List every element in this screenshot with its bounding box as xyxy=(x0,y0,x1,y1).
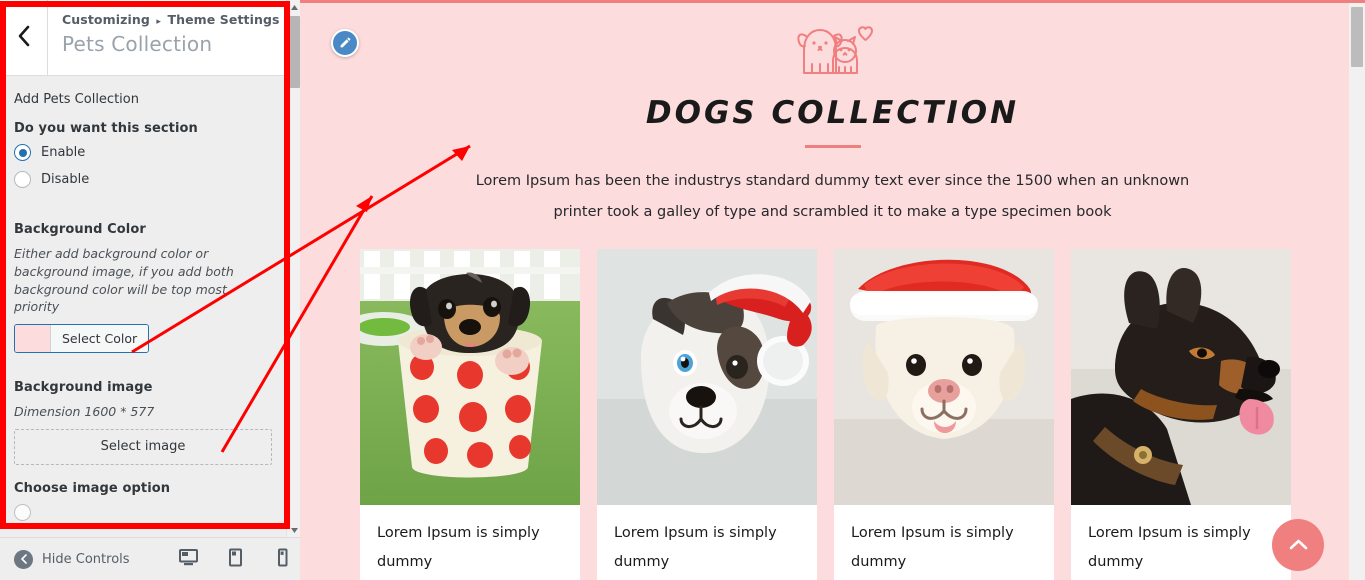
edit-section-shortcut-button[interactable] xyxy=(331,29,359,57)
radio-disable-input[interactable] xyxy=(14,171,31,188)
control-section-toggle: Do you want this section Enable Disable xyxy=(14,121,272,200)
tablet-icon xyxy=(225,548,246,571)
product-title: Lorem Ipsum is simply dummy xyxy=(377,525,540,570)
select-image-label: Select image xyxy=(100,439,186,455)
radio-enable-label: Enable xyxy=(41,145,86,160)
product-card-body: Lorem Ipsum is simply dummy $000.00 $210… xyxy=(834,505,1054,580)
hero-section: DOGS COLLECTION Lorem Ipsum has been the… xyxy=(300,3,1365,228)
control-desc-background-image: Dimension 1600 * 577 xyxy=(14,404,155,419)
control-label-background-color: Background Color xyxy=(14,222,146,237)
chevron-left-icon xyxy=(16,25,31,51)
section-subtitle: Lorem Ipsum has been the industrys stand… xyxy=(300,166,1365,228)
title-underline-rule xyxy=(804,145,861,148)
scroll-up-arrow-icon[interactable] xyxy=(287,0,301,14)
collapse-arrow-icon xyxy=(14,549,33,569)
radio-option-image-clipped[interactable] xyxy=(14,503,272,521)
panel-body: Add Pets Collection Do you want this sec… xyxy=(0,76,286,533)
section-subtitle-line-2: printer took a galley of type and scramb… xyxy=(553,204,1112,221)
customizer-app: Customizing ▸ Theme Settings Pets Collec… xyxy=(0,0,1365,580)
hide-controls-label: Hide Controls xyxy=(42,551,130,567)
breadcrumb-separator-icon: ▸ xyxy=(156,17,161,27)
pencil-edit-icon xyxy=(339,34,352,53)
radio-option-disable[interactable]: Disable xyxy=(14,171,272,188)
select-color-button[interactable]: Select Color xyxy=(14,324,150,353)
preview-scroll-down-arrow-icon[interactable] xyxy=(1353,575,1361,580)
back-button[interactable] xyxy=(0,0,48,75)
product-card-body: Lorem Ipsum is simply dummy $000.00 $210… xyxy=(360,505,580,580)
product-card[interactable]: Lorem Ipsum is simply dummy $000.00 $210… xyxy=(360,249,580,580)
product-title: Lorem Ipsum is simply dummy xyxy=(851,525,1014,570)
desktop-icon xyxy=(178,548,199,571)
control-image-option: Choose image option xyxy=(14,481,272,533)
product-image xyxy=(1071,249,1291,506)
scroll-to-top-button[interactable] xyxy=(1272,519,1324,571)
mobile-preview-button[interactable] xyxy=(272,548,293,571)
product-card[interactable]: Lorem Ipsum is simply dummy $000.00 $210… xyxy=(1071,249,1291,580)
product-card-body: Lorem Ipsum is simply dummy $000.00 $210… xyxy=(597,505,817,580)
product-image xyxy=(597,249,817,506)
product-title: Lorem Ipsum is simply dummy xyxy=(614,525,777,570)
product-card-body: Lorem Ipsum is simply dummy $000.00 $210… xyxy=(1071,505,1291,580)
product-image xyxy=(834,249,1054,506)
panel-header: Customizing ▸ Theme Settings Pets Collec… xyxy=(0,0,286,76)
product-title: Lorem Ipsum is simply dummy xyxy=(1088,525,1251,570)
tablet-preview-button[interactable] xyxy=(225,548,246,571)
customizer-footer: Hide Controls xyxy=(0,537,300,580)
scroll-down-arrow-icon[interactable] xyxy=(287,523,301,537)
radio-disable-label: Disable xyxy=(41,172,90,187)
breadcrumb: Customizing ▸ Theme Settings xyxy=(62,12,280,29)
select-color-label: Select Color xyxy=(51,325,149,352)
site-preview: DOGS COLLECTION Lorem Ipsum has been the… xyxy=(300,0,1365,580)
color-swatch xyxy=(15,325,51,352)
section-accordion-add-pets-collection[interactable]: Add Pets Collection xyxy=(14,76,272,121)
preview-scrollbar-thumb[interactable] xyxy=(1351,7,1363,67)
control-background-image: Background image Dimension 1600 * 577 Se… xyxy=(14,380,272,467)
sidebar-scrollbar-thumb[interactable] xyxy=(288,16,300,88)
product-image xyxy=(360,249,580,506)
control-background-color: Background Color Either add background c… xyxy=(14,222,272,358)
breadcrumb-child: Theme Settings xyxy=(167,12,280,27)
section-subtitle-line-1: Lorem Ipsum has been the industrys stand… xyxy=(475,173,1190,189)
customizer-sidebar: Customizing ▸ Theme Settings Pets Collec… xyxy=(0,0,300,580)
breadcrumb-parent: Customizing xyxy=(62,12,150,27)
product-card[interactable]: Lorem Ipsum is simply dummy $000.00 $210… xyxy=(834,249,1054,580)
sidebar-scroll-region: Customizing ▸ Theme Settings Pets Collec… xyxy=(0,0,286,537)
product-card[interactable]: Lorem Ipsum is simply dummy $000.00 $210… xyxy=(597,249,817,580)
hide-controls-button[interactable]: Hide Controls xyxy=(0,549,130,569)
panel-titles: Customizing ▸ Theme Settings Pets Collec… xyxy=(48,0,280,75)
preview-scrollbar[interactable] xyxy=(1349,3,1365,580)
control-label-section-toggle: Do you want this section xyxy=(14,121,198,136)
device-preview-switcher xyxy=(178,548,293,571)
product-card-grid: Lorem Ipsum is simply dummy $000.00 $210… xyxy=(300,249,1365,580)
radio-option-enable[interactable]: Enable xyxy=(14,144,272,161)
select-image-button[interactable]: Select image xyxy=(14,428,272,465)
control-label-background-image: Background image xyxy=(14,380,153,395)
control-desc-background-color: Either add background color or backgroun… xyxy=(14,246,234,315)
control-label-image-option: Choose image option xyxy=(14,480,171,496)
radio-enable-input[interactable] xyxy=(14,144,31,161)
sidebar-scrollbar[interactable] xyxy=(286,0,300,537)
desktop-preview-button[interactable] xyxy=(178,548,199,571)
section-title: DOGS COLLECTION xyxy=(645,95,1020,131)
chevron-up-icon xyxy=(1289,536,1308,555)
page-title: Pets Collection xyxy=(62,31,213,56)
radio-image-option-input[interactable] xyxy=(14,503,31,521)
mobile-icon xyxy=(272,548,293,571)
dog-cat-heart-icon xyxy=(791,17,875,89)
